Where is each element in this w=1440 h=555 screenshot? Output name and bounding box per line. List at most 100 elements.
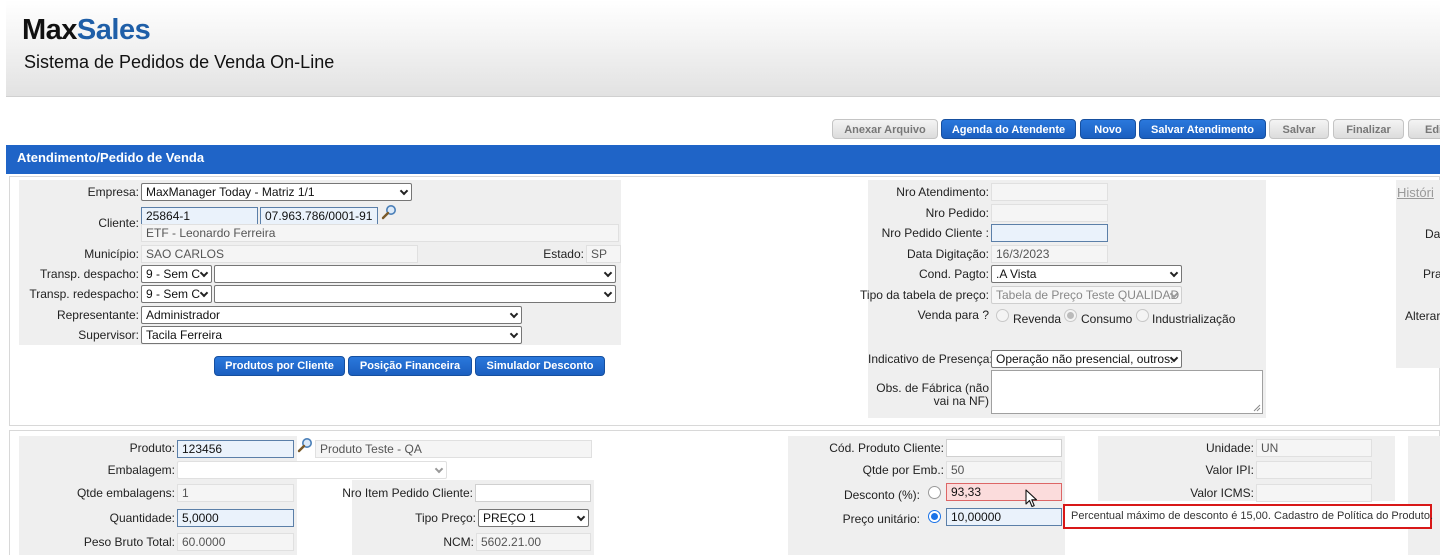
transp-despacho-select[interactable]: 9 - Sem C [141, 265, 212, 283]
obs-label-line1: Obs. de Fábrica (não [876, 381, 989, 395]
representante-select[interactable]: Administrador [141, 306, 522, 324]
chevron-down-icon [1169, 268, 1179, 278]
chevron-down-icon [199, 288, 209, 298]
tipo-tabela-select[interactable]: Tabela de Preço Teste QUALIDAD [991, 286, 1182, 304]
embalagem-select[interactable] [177, 461, 447, 479]
far-right-da-label: Da [1425, 227, 1440, 241]
transp-redespacho-label: Transp. redespacho: [29, 287, 139, 301]
estado-field: SP [586, 245, 621, 263]
financial-position-button[interactable]: Posição Financeira [348, 356, 472, 376]
valor-ipi-field [1256, 461, 1372, 479]
transp-redespacho-select[interactable]: 9 - Sem C [141, 285, 212, 303]
peso-field: 60.0000 [177, 533, 294, 551]
preco-unitario-input[interactable]: 10,00000 [946, 508, 1062, 526]
cond-pagto-select[interactable]: .A Vista [991, 265, 1182, 283]
qtde-por-emb-label: Qtde por Emb.: [862, 463, 944, 477]
quantidade-label: Quantidade: [109, 511, 175, 525]
discount-simulator-button[interactable]: Simulador Desconto [475, 356, 605, 376]
qtde-embalagens-field: 1 [177, 484, 294, 502]
valor-icms-field [1256, 484, 1372, 502]
nro-atendimento-label: Nro Atendimento: [896, 185, 989, 199]
nro-pedido-cliente-label: Nro Pedido Cliente : [881, 226, 989, 240]
desconto-input[interactable]: 93,33 [946, 483, 1062, 501]
indicativo-select[interactable]: Operação não presencial, outros. [991, 350, 1182, 368]
new-button[interactable]: Novo [1080, 119, 1136, 139]
ncm-label: NCM: [443, 535, 474, 549]
chevron-down-icon [199, 268, 209, 278]
cliente-cnpj-input[interactable]: 07.963.786/0001-91 [260, 207, 378, 225]
nro-item-label: Nro Item Pedido Cliente: [342, 486, 473, 500]
estado-label: Estado: [543, 247, 584, 261]
ncm-field: 5602.21.00 [476, 533, 591, 551]
products-by-client-button[interactable]: Produtos por Cliente [214, 356, 345, 376]
produto-label: Produto: [129, 441, 175, 455]
historico-link[interactable]: Históri [1397, 185, 1434, 200]
nro-item-input[interactable] [475, 484, 591, 502]
radio-industrializacao[interactable] [1136, 309, 1149, 322]
chevron-down-icon [603, 268, 613, 278]
chevron-down-icon [399, 186, 409, 196]
tipo-preco-label: Tipo Preço: [415, 511, 476, 525]
agenda-button[interactable]: Agenda do Atendente [941, 119, 1076, 139]
save-button[interactable]: Salvar [1269, 119, 1329, 139]
radio-revenda[interactable] [996, 309, 1009, 322]
section-title-bar: Atendimento/Pedido de Venda [6, 145, 1440, 174]
edit-button[interactable]: Edi [1408, 119, 1440, 139]
supervisor-label: Supervisor: [78, 328, 139, 342]
cond-pagto-value: .A Vista [996, 267, 1037, 281]
radio-desconto[interactable] [928, 486, 941, 499]
cod-produto-cliente-input[interactable] [946, 439, 1062, 457]
desconto-label: Desconto (%): [843, 488, 920, 502]
chevron-down-icon [509, 329, 519, 339]
empresa-select[interactable]: MaxManager Today - Matriz 1/1 [141, 183, 412, 201]
save-attendance-button[interactable]: Salvar Atendimento [1139, 119, 1266, 139]
data-digitacao-field: 16/3/2023 [991, 245, 1108, 263]
transp-redespacho-name-select[interactable] [214, 285, 616, 303]
empresa-label: Empresa: [87, 185, 139, 199]
attach-file-button[interactable]: Anexar Arquivo [832, 119, 938, 139]
radio-consumo[interactable] [1064, 309, 1077, 322]
representante-label: Representante: [56, 308, 139, 322]
transp-despacho-value: 9 - Sem C [146, 267, 201, 281]
finalize-button[interactable]: Finalizar [1333, 119, 1404, 139]
indicativo-value: Operação não presencial, outros. [996, 352, 1174, 366]
municipio-field: SAO CARLOS [141, 245, 418, 263]
radio-industrializacao-label: Industrialização [1152, 312, 1236, 326]
app-logo: MaxSales [22, 14, 151, 47]
municipio-label: Município: [84, 247, 139, 261]
search-icon[interactable] [381, 204, 397, 220]
transp-despacho-name-select[interactable] [214, 265, 616, 283]
supervisor-select[interactable]: Tacila Ferreira [141, 326, 522, 344]
tipo-preco-select[interactable]: PREÇO 1 [478, 509, 589, 527]
transp-despacho-label: Transp. despacho: [40, 267, 139, 281]
produto-name-field: Produto Teste - QA [315, 440, 592, 458]
chevron-down-icon [434, 464, 444, 474]
radio-preco-unitario[interactable] [928, 510, 941, 523]
product-block-e [1408, 436, 1440, 555]
nro-pedido-field [991, 204, 1108, 222]
empresa-value: MaxManager Today - Matriz 1/1 [146, 185, 315, 199]
obs-textarea[interactable] [991, 370, 1263, 414]
preco-unitario-label: Preço unitário: [842, 512, 920, 526]
tipo-preco-value: PREÇO 1 [483, 511, 536, 525]
resize-handle-icon[interactable] [1253, 404, 1261, 412]
obs-label-line2: vai na NF) [933, 394, 989, 408]
radio-consumo-label: Consumo [1081, 312, 1133, 326]
quantidade-input[interactable]: 5,0000 [177, 509, 294, 527]
nro-pedido-cliente-input[interactable] [991, 224, 1108, 242]
logo-part-sales: Sales [76, 14, 151, 46]
logo-part-max: Max [22, 14, 77, 46]
chevron-down-icon [509, 309, 519, 319]
radio-revenda-label: Revenda [1013, 312, 1062, 326]
cliente-name-field: ETF - Leonardo Ferreira [141, 224, 619, 242]
unidade-label: Unidade: [1205, 441, 1254, 455]
produto-code-input[interactable]: 123456 [177, 440, 294, 458]
venda-para-label: Venda para ? [917, 308, 989, 322]
qtde-embalagens-label: Qtde embalagens: [76, 486, 175, 500]
far-right-alterar-label: Alterar [1405, 309, 1440, 323]
search-icon[interactable] [297, 437, 313, 453]
chevron-down-icon [576, 512, 586, 522]
cliente-code-input[interactable]: 25864-1 [141, 207, 258, 225]
valor-ipi-label: Valor IPI: [1205, 463, 1254, 477]
tipo-tabela-label: Tipo da tabela de preço: [860, 288, 989, 302]
